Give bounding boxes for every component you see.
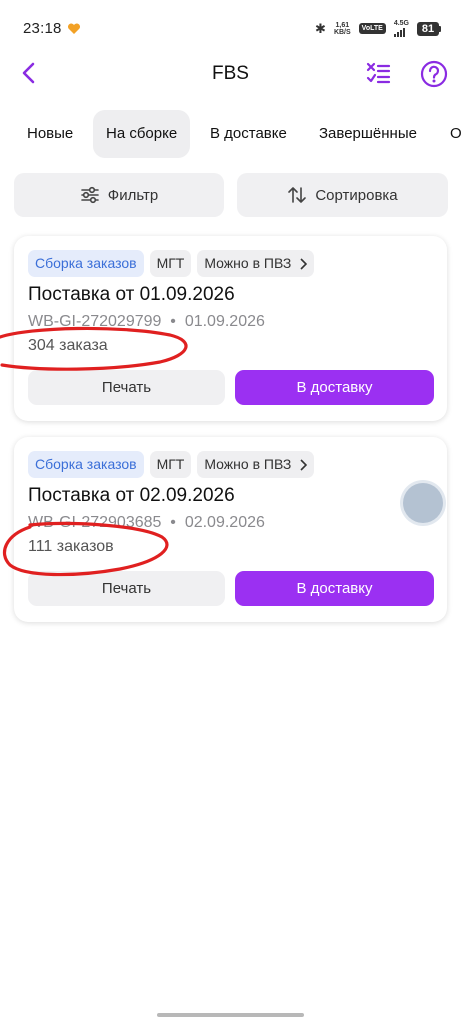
warehouse-badge: МГТ (149, 250, 192, 277)
chevron-right-icon (300, 458, 308, 471)
pvz-badge-label: Можно в ПВЗ (204, 456, 292, 472)
pvz-badge[interactable]: Можно в ПВЗ (197, 250, 315, 277)
supply-date: 01.09.2026 (184, 313, 265, 330)
supply-meta: WB-GI-272029799 • 01.09.2026 (28, 313, 265, 331)
supply-title: Поставка от 02.09.2026 (28, 485, 235, 506)
battery-icon: 81 (417, 21, 441, 36)
tab-in-delivery[interactable]: В доставке (197, 110, 300, 158)
separator-dot: • (165, 313, 181, 330)
deliver-button[interactable]: В доставку (235, 571, 434, 606)
deliver-button[interactable]: В доставку (235, 370, 434, 405)
network-speed-unit: KB/S (333, 28, 351, 36)
orders-count: 111 заказов (28, 538, 114, 555)
supply-meta: WB-GI-272903685 • 02.09.2026 (28, 514, 265, 532)
supply-id: WB-GI-272029799 (28, 313, 162, 330)
signal-icon: 4.5G (393, 20, 409, 37)
sort-label: Сортировка (315, 186, 398, 204)
network-speed: 1,61 KB/S (334, 22, 351, 36)
supply-date: 02.09.2026 (184, 514, 265, 531)
orders-count: 304 заказа (28, 337, 108, 354)
battery-level: 81 (417, 21, 439, 36)
supply-card[interactable]: Сборка заказов МГТ Можно в ПВЗ Поставка … (14, 236, 447, 421)
status-bar: 23:18 ✱ 1,61 KB/S VoLTE 4.5G 81 (0, 0, 461, 60)
status-time: 23:18 (23, 20, 62, 37)
touch-indicator (403, 483, 443, 523)
supply-tags: Сборка заказов МГТ Можно в ПВЗ (28, 250, 315, 277)
pvz-badge[interactable]: Можно в ПВЗ (197, 451, 315, 478)
network-type: 4.5G (393, 20, 409, 27)
home-indicator[interactable] (157, 1013, 304, 1017)
tab-assembly[interactable]: На сборке (93, 110, 191, 158)
status-icons: ✱ 1,61 KB/S VoLTE 4.5G 81 (315, 20, 441, 37)
sort-button[interactable]: Сортировка (237, 173, 448, 217)
filter-label: Фильтр (107, 186, 159, 204)
print-button[interactable]: Печать (28, 370, 225, 405)
app-header: FBS (0, 52, 461, 96)
filter-icon (80, 186, 99, 204)
status-badge: Сборка заказов (28, 250, 144, 277)
tab-completed[interactable]: Завершённые (306, 110, 430, 158)
filter-button[interactable]: Фильтр (14, 173, 224, 217)
pvz-badge-label: Можно в ПВЗ (204, 255, 292, 271)
supply-title: Поставка от 01.09.2026 (28, 284, 235, 305)
print-button[interactable]: Печать (28, 571, 225, 606)
separator-dot: • (165, 514, 181, 531)
sort-icon (288, 187, 307, 203)
volte-badge: VoLTE (358, 23, 386, 34)
network-speed-value: 1,61 (335, 21, 350, 29)
supply-tags: Сборка заказов МГТ Можно в ПВЗ (28, 451, 315, 478)
warehouse-badge: МГТ (149, 451, 192, 478)
list-controls: Фильтр Сортировка (14, 173, 448, 217)
chevron-right-icon (300, 257, 308, 270)
bluetooth-icon: ✱ (315, 20, 326, 36)
tab-new[interactable]: Новые (14, 110, 86, 158)
supply-card[interactable]: Сборка заказов МГТ Можно в ПВЗ Поставка … (14, 437, 447, 622)
status-tabs: Новые На сборке В доставке Завершённые О (0, 110, 461, 158)
checklist-icon[interactable] (364, 60, 392, 88)
help-icon[interactable] (420, 60, 448, 88)
status-badge: Сборка заказов (28, 451, 144, 478)
heart-icon (67, 23, 81, 34)
supply-id: WB-GI-272903685 (28, 514, 162, 531)
tab-more[interactable]: О (437, 110, 461, 158)
